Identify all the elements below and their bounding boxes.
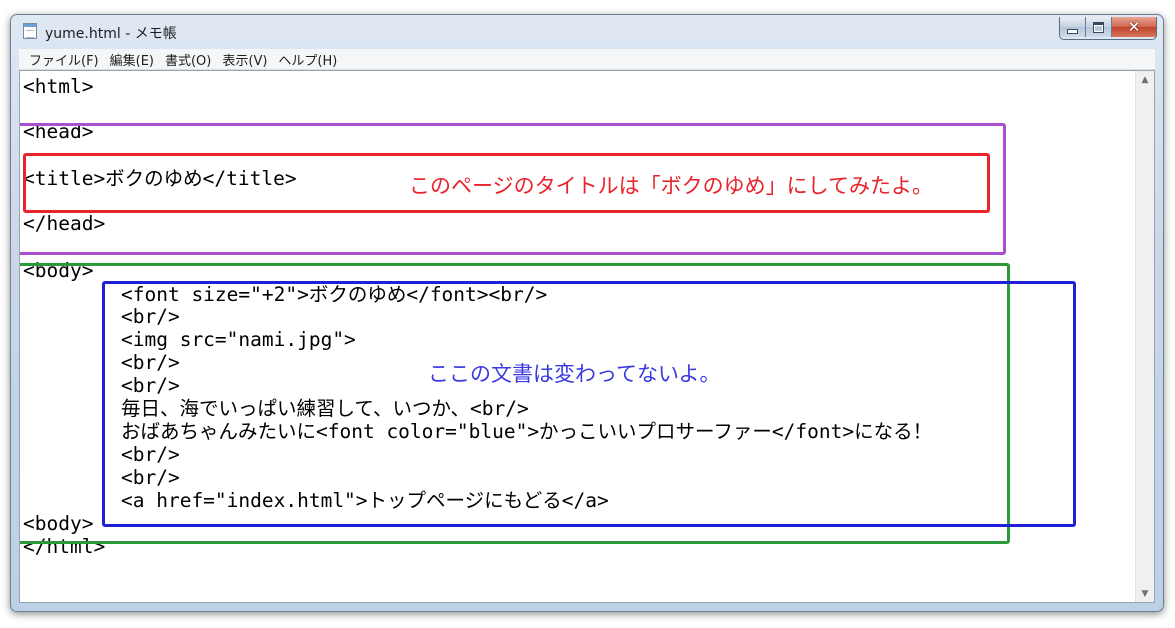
menu-format[interactable]: 書式(O) bbox=[165, 50, 211, 69]
maximize-icon bbox=[1093, 21, 1104, 33]
menu-view[interactable]: 表示(V) bbox=[222, 50, 267, 69]
text-area[interactable]: <html> <head> <title>ボクのゆめ</title> </hea… bbox=[20, 71, 1136, 602]
menu-bar: ファイル(F) 編集(E) 書式(O) 表示(V) ヘルプ(H) bbox=[19, 49, 1155, 70]
title-bar[interactable]: yume.html - メモ帳 ✕ bbox=[11, 15, 1163, 49]
content-highlight-box bbox=[102, 281, 1076, 527]
menu-edit[interactable]: 編集(E) bbox=[110, 50, 154, 69]
body-annotation: ここの文書は変わってないよ。 bbox=[428, 362, 721, 386]
notepad-window: yume.html - メモ帳 ✕ ファイル(F) 編集(E) 書式(O) 表示… bbox=[10, 14, 1164, 612]
editor-area[interactable]: <html> <head> <title>ボクのゆめ</title> </hea… bbox=[19, 70, 1155, 603]
close-icon: ✕ bbox=[1127, 18, 1141, 36]
maximize-button[interactable] bbox=[1086, 17, 1112, 37]
close-button[interactable]: ✕ bbox=[1112, 17, 1156, 37]
caption-buttons: ✕ bbox=[1059, 17, 1157, 40]
vertical-scrollbar[interactable]: ▲ ▼ bbox=[1135, 71, 1154, 602]
menu-file[interactable]: ファイル(F) bbox=[29, 50, 99, 69]
scroll-up-icon[interactable]: ▲ bbox=[1136, 71, 1154, 88]
code-line-html-open: <html> bbox=[23, 75, 94, 98]
notepad-icon bbox=[23, 23, 37, 39]
scroll-down-icon[interactable]: ▼ bbox=[1136, 585, 1154, 602]
minimize-button[interactable] bbox=[1060, 17, 1086, 37]
minimize-icon bbox=[1067, 28, 1078, 34]
title-annotation: このページのタイトルは「ボクのゆめ」にしてみたよ。 bbox=[409, 174, 933, 198]
menu-help[interactable]: ヘルプ(H) bbox=[278, 50, 337, 69]
window-title: yume.html - メモ帳 bbox=[45, 26, 177, 42]
